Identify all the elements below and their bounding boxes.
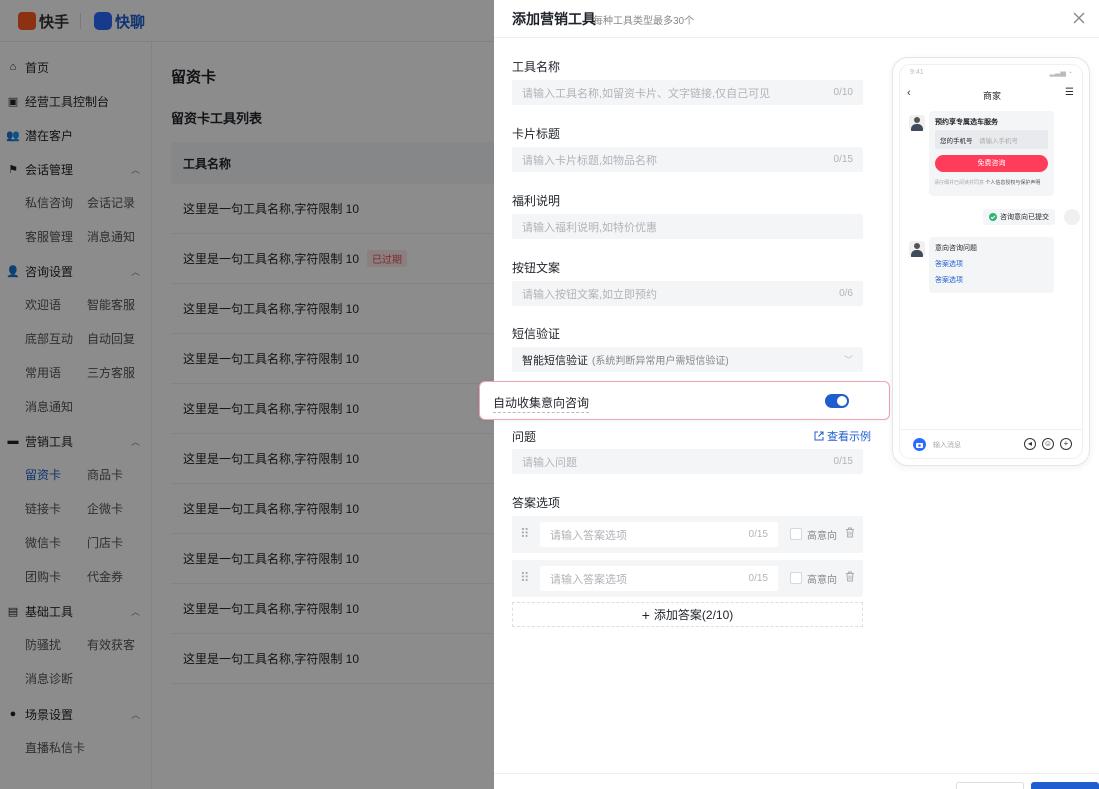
trash-icon <box>846 527 854 538</box>
char-counter: 0/15 <box>833 456 853 467</box>
char-counter: 0/10 <box>833 87 853 98</box>
add-answer-label: 添加答案(2/10) <box>653 608 734 622</box>
add-marketing-tool-drawer: 添加营销工具 每种工具类型最多30个 工具名称 请输入工具名称,如留资卡片、文字… <box>479 0 1099 789</box>
consent-prefix: 请仔细并已阅读并同意 <box>934 180 985 186</box>
card-title-placeholder: 请输入卡片标题,如物品名称 <box>522 154 658 167</box>
high-intent-label: 高意向 <box>807 575 837 586</box>
answer-option-text: 答案选项 <box>935 261 963 268</box>
delete-answer-button[interactable] <box>845 527 855 541</box>
phone-number-row: 您的手机号 请输入手机号 <box>935 130 1048 149</box>
char-counter: 0/15 <box>748 529 768 540</box>
tool-name-label: 工具名称 <box>512 60 561 74</box>
answers-label: 答案选项 <box>512 496 561 510</box>
drag-handle-icon[interactable]: ⠿ <box>520 526 530 542</box>
answer-option-input[interactable]: 请输入答案选项 0/15 <box>540 566 778 591</box>
answer-option-row: ⠿ 请输入答案选项 0/15 高意向 <box>512 560 863 597</box>
merchant-avatar <box>909 241 925 257</box>
delete-answer-button[interactable] <box>845 571 855 585</box>
drawer-subtitle: 每种工具类型最多30个 <box>593 16 695 27</box>
consent-link: 个人信息授权与保护声明 <box>985 180 1041 186</box>
free-consult-button: 免费咨询 <box>935 155 1048 172</box>
close-button[interactable] <box>1067 6 1091 30</box>
benefit-placeholder: 请输入福利说明,如特价优惠 <box>522 221 658 234</box>
voice-icon: ◂ <box>1024 438 1036 450</box>
modal-overlay[interactable] <box>0 0 494 789</box>
confirm-button[interactable] <box>1031 782 1099 789</box>
trash-icon <box>846 571 854 582</box>
button-text-input[interactable]: 请输入按钮文案,如立即预约 0/6 <box>512 281 863 306</box>
drawer-header: 添加营销工具 每种工具类型最多30个 <box>494 0 1099 38</box>
status-time: 9:41 <box>910 69 924 76</box>
sms-verify-select[interactable]: 智能短信验证 (系统判断异常用户需短信验证) ﹀ <box>512 347 863 372</box>
chevron-down-icon: ﹀ <box>843 355 853 365</box>
drawer-footer <box>494 773 1099 789</box>
card-title-text: 预约享专属选车服务 <box>935 119 998 126</box>
merchant-avatar <box>909 115 925 131</box>
card-title-input[interactable]: 请输入卡片标题,如物品名称 0/15 <box>512 147 863 172</box>
question-title-text: 意向咨询问题 <box>935 245 977 252</box>
view-example-label: 查看示例 <box>827 431 871 443</box>
plus-icon: + <box>641 606 650 623</box>
tool-name-input[interactable]: 请输入工具名称,如留资卡片、文字链接,仅自己可见 0/10 <box>512 80 863 105</box>
external-link-icon <box>814 431 824 441</box>
char-counter: 0/15 <box>833 154 853 165</box>
sms-verify-value: 智能短信验证 <box>522 354 588 367</box>
menu-icon: ☰ <box>1065 87 1074 98</box>
benefit-label: 福利说明 <box>512 194 561 208</box>
answer-option-text: 答案选项 <box>935 277 963 284</box>
answer-placeholder: 请输入答案选项 <box>550 573 627 586</box>
drawer-title: 添加营销工具 <box>512 11 596 27</box>
submitted-text: 咨询意向已提交 <box>1000 214 1049 221</box>
phone-number-label: 您的手机号 <box>940 138 973 145</box>
button-text-placeholder: 请输入按钮文案,如立即预约 <box>522 288 658 301</box>
close-icon <box>1073 12 1085 24</box>
message-bar: 输入消息 ◂ ☺ + <box>900 429 1082 458</box>
phone-number-placeholder: 请输入手机号 <box>979 138 1018 145</box>
question-label: 问题 <box>512 430 537 444</box>
cancel-button[interactable] <box>956 782 1024 789</box>
card-title-label: 卡片标题 <box>512 127 561 141</box>
phone-screen: 9:41 ▂▃▅ ◔ ‹ 商家 ☰ 预约享专属选车服务 您的手机号 请输入手机号… <box>899 64 1083 459</box>
sms-verify-note: (系统判断异常用户需短信验证) <box>592 356 729 367</box>
high-intent-checkbox[interactable] <box>790 528 802 540</box>
answer-option-input[interactable]: 请输入答案选项 0/15 <box>540 522 778 547</box>
plus-circle-icon: + <box>1060 438 1072 450</box>
view-example-link[interactable]: 查看示例 <box>814 428 871 444</box>
phone-preview: 9:41 ▂▃▅ ◔ ‹ 商家 ☰ 预约享专属选车服务 您的手机号 请输入手机号… <box>892 57 1090 466</box>
high-intent-label: 高意向 <box>807 531 837 542</box>
consent-text: 请仔细并已阅读并同意 个人信息授权与保护声明 <box>934 179 1052 186</box>
preview-title: 商家 <box>982 91 1001 101</box>
question-card-preview: 意向咨询问题 答案选项 答案选项 <box>929 237 1054 293</box>
question-input[interactable]: 请输入问题 0/15 <box>512 449 863 474</box>
message-input-placeholder: 输入消息 <box>933 442 961 449</box>
add-answer-button[interactable]: + 添加答案(2/10) <box>512 602 863 627</box>
answer-placeholder: 请输入答案选项 <box>550 529 627 542</box>
auto-collect-row: 自动收集意向咨询 <box>479 381 890 420</box>
camera-icon <box>913 438 926 451</box>
auto-collect-label: 自动收集意向咨询 <box>493 394 590 413</box>
char-counter: 0/6 <box>839 288 853 299</box>
sms-verify-label: 短信验证 <box>512 327 561 341</box>
answer-option-row: ⠿ 请输入答案选项 0/15 高意向 <box>512 516 863 553</box>
char-counter: 0/15 <box>748 573 768 584</box>
submitted-bubble: 咨询意向已提交 <box>983 209 1055 225</box>
question-placeholder: 请输入问题 <box>522 456 577 469</box>
button-text-label: 按钮文案 <box>512 261 561 275</box>
status-icons: ▂▃▅ ◔ <box>1049 70 1072 77</box>
high-intent-checkbox[interactable] <box>790 572 802 584</box>
lead-card-preview: 预约享专属选车服务 您的手机号 请输入手机号 免费咨询 请仔细并已阅读并同意 个… <box>929 111 1054 196</box>
benefit-input[interactable]: 请输入福利说明,如特价优惠 <box>512 214 863 239</box>
emoji-icon: ☺ <box>1042 438 1054 450</box>
user-avatar <box>1064 209 1080 225</box>
drag-handle-icon[interactable]: ⠿ <box>520 570 530 586</box>
tool-name-placeholder: 请输入工具名称,如留资卡片、文字链接,仅自己可见 <box>522 87 771 100</box>
check-circle-icon <box>989 213 997 221</box>
auto-collect-toggle[interactable] <box>825 394 849 408</box>
